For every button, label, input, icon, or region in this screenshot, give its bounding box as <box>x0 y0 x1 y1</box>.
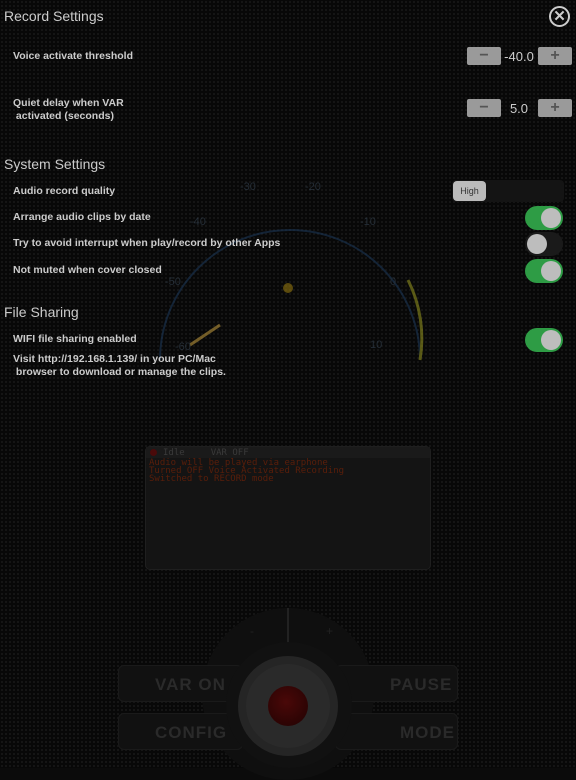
threshold-increase-button[interactable]: + <box>538 47 572 65</box>
label-line: browser to download or manage the clips. <box>13 366 226 378</box>
close-icon[interactable]: ✕ <box>549 6 570 27</box>
file-sharing-title: File Sharing <box>4 304 79 320</box>
log-line: Switched to RECORD mode <box>149 474 274 484</box>
threshold-value: -40.0 <box>504 49 534 64</box>
gauge-tick: 10 <box>370 339 382 351</box>
quiet-delay-increase-button[interactable]: + <box>538 99 572 117</box>
mode-button[interactable]: MODE <box>335 713 458 750</box>
threshold-label: Voice activate threshold <box>13 50 134 62</box>
quiet-delay-value: 5.0 <box>509 101 529 116</box>
avoid-interrupt-label: Try to avoid interrupt when play/record … <box>13 237 281 249</box>
log-console: Idle VAR OFF Audio will be played via ea… <box>145 446 431 570</box>
not-muted-label: Not muted when cover closed <box>13 264 162 276</box>
wifi-toggle[interactable] <box>525 328 563 352</box>
gauge-tick: -60 <box>175 341 191 353</box>
label-line: activated (seconds) <box>13 110 114 122</box>
wifi-label: WIFI file sharing enabled <box>13 333 137 345</box>
pause-button[interactable]: PAUSE <box>335 665 458 702</box>
volume-up-button[interactable]: + <box>326 624 333 638</box>
quality-segmented-control[interactable]: High <box>452 180 564 202</box>
gauge-tick: -30 <box>240 181 256 193</box>
label-line: Quiet delay when VAR <box>13 97 124 109</box>
record-settings-title: Record Settings <box>4 8 104 24</box>
label-line: Visit http://192.168.1.139/ in your PC/M… <box>13 353 216 365</box>
status-dot-icon <box>150 449 157 456</box>
not-muted-toggle[interactable] <box>525 259 563 283</box>
gauge-tick: -20 <box>305 181 321 193</box>
record-button[interactable] <box>238 656 338 756</box>
gauge-tick: 0 <box>390 276 396 288</box>
avoid-interrupt-toggle[interactable] <box>525 232 563 256</box>
gauge-tick: -10 <box>360 216 376 228</box>
system-settings-title: System Settings <box>4 156 106 172</box>
quiet-delay-decrease-button[interactable]: − <box>467 99 501 117</box>
config-button[interactable]: CONFIG <box>118 713 243 750</box>
gauge-tick: -50 <box>165 276 181 288</box>
var-status: VAR OFF <box>210 447 249 458</box>
gauge-tick: -40 <box>190 216 206 228</box>
threshold-decrease-button[interactable]: − <box>467 47 501 65</box>
visit-instructions: Visit http://192.168.1.139/ in your PC/M… <box>13 353 226 379</box>
quality-option-high[interactable]: High <box>453 181 486 201</box>
arrange-toggle[interactable] <box>525 206 563 230</box>
var-on-button[interactable]: VAR ON <box>118 665 243 702</box>
level-gauge: -60 -50 -40 -30 -20 -10 0 10 <box>159 181 424 361</box>
arrange-label: Arrange audio clips by date <box>13 211 151 223</box>
volume-down-button[interactable]: - <box>250 624 254 638</box>
status-text: Idle <box>163 447 185 458</box>
quality-label: Audio record quality <box>13 185 116 197</box>
record-icon <box>268 686 308 726</box>
quiet-delay-label: Quiet delay when VAR activated (seconds) <box>13 97 124 123</box>
